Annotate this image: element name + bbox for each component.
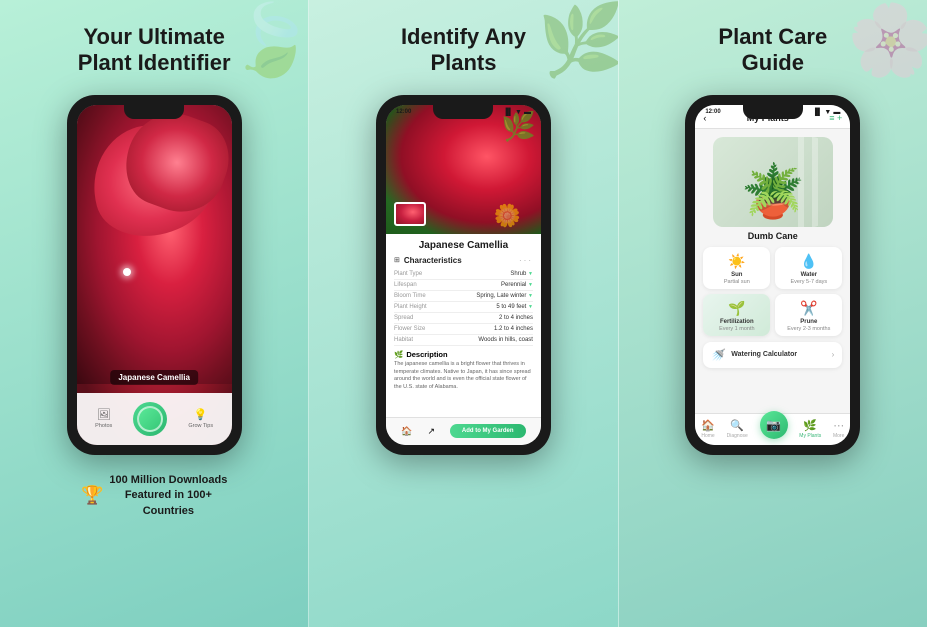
badge-laurel: 🏆 100 Million Downloads Featured in 100+… xyxy=(81,473,227,519)
care-prune: ✂️ Prune Every 2-3 months xyxy=(775,294,842,336)
phone-3: 12:00 ▐▌ ▼ ▬ ‹ My Plants ≡ + 🪴 xyxy=(685,95,860,455)
phone3-screen: 12:00 ▐▌ ▼ ▬ ‹ My Plants ≡ + 🪴 xyxy=(695,105,850,445)
watering-calc-label: Watering Calculator xyxy=(731,351,826,358)
table-row: Bloom Time Spring, Late winter ▼ xyxy=(394,291,533,302)
leaf-decoration-1: 🍃 xyxy=(228,0,308,80)
more-icon: ⋯ xyxy=(833,419,844,432)
badge-footer: 🏆 100 Million Downloads Featured in 100+… xyxy=(81,469,227,519)
status-icons-3: ▐▌ ▼ ▬ xyxy=(812,109,840,116)
phone-1: Japanese Camellia 🖼 Photos 💡 Grow Tips xyxy=(67,95,242,455)
phone2-desc-header: 🌿 Description xyxy=(394,350,533,359)
water-icon: 💧 xyxy=(800,253,817,270)
wifi-icon: ▼ xyxy=(515,109,522,116)
phone3-content: 12:00 ▐▌ ▼ ▬ ‹ My Plants ≡ + 🪴 xyxy=(695,105,850,445)
phone1-screen: Japanese Camellia 🖼 Photos 💡 Grow Tips xyxy=(77,105,232,445)
diagnose-icon: 🔍 xyxy=(730,419,744,432)
panel-2: 🌿 Identify Any Plants 12:00 ▐▌ ▼ ▬ 🌿 � xyxy=(308,0,618,627)
care-grid: ☀️ Sun Partial sun 💧 Water Every 5-7 day… xyxy=(703,247,842,336)
phone2-screen: 12:00 ▐▌ ▼ ▬ 🌿 🌼 Japanese Camellia xyxy=(386,105,541,445)
add-to-garden-btn[interactable]: Add to My Garden xyxy=(450,424,526,438)
leaf-decoration-2: 🌿 xyxy=(538,0,618,80)
flower-bg: 🌼 xyxy=(494,203,521,229)
share-icon[interactable]: 🏠 xyxy=(401,426,412,437)
my-plants-icon: 🌿 xyxy=(803,419,817,432)
table-row: Spread 2 to 4 inches xyxy=(394,313,533,324)
battery-icon-3: ▬ xyxy=(833,109,840,116)
tab-home[interactable]: 🏠 Home xyxy=(701,419,715,439)
care-water: 💧 Water Every 5-7 days xyxy=(775,247,842,289)
panel-3: 🌸 Plant Care Guide 12:00 ▐▌ ▼ ▬ ‹ My Pla… xyxy=(619,0,927,627)
panel-1: 🍃 Your Ultimate Plant Identifier Japanes… xyxy=(0,0,308,627)
identify-btn-inner xyxy=(137,406,163,432)
phone2-content: 12:00 ▐▌ ▼ ▬ 🌿 🌼 Japanese Camellia xyxy=(386,105,541,445)
chars-title: Characteristics xyxy=(404,256,462,265)
phone1-flower xyxy=(77,105,232,384)
table-row: Habitat Woods in hills, coast xyxy=(394,335,533,346)
prune-icon: ✂️ xyxy=(800,300,817,317)
chevron-right-icon: › xyxy=(832,350,835,359)
battery-icon: ▬ xyxy=(524,109,531,116)
care-fertilization: 🌱 Fertilization Every 1 month xyxy=(703,294,770,336)
plant-emoji: 🪴 xyxy=(740,161,805,222)
phone-2: 12:00 ▐▌ ▼ ▬ 🌿 🌼 Japanese Camellia xyxy=(376,95,551,455)
bookmark-icon[interactable]: ↗ xyxy=(427,426,435,437)
phone1-bottom-bar: 🖼 Photos 💡 Grow Tips xyxy=(77,393,232,445)
tab-diagnose[interactable]: 🔍 Diagnose xyxy=(727,419,748,439)
phone1-plant-label: Japanese Camellia xyxy=(110,370,198,385)
identify-button[interactable] xyxy=(133,402,167,436)
laurel-left: 🏆 xyxy=(81,485,103,506)
panel3-title: Plant Care Guide xyxy=(718,24,827,77)
phone3-tab-bar: 🏠 Home 🔍 Diagnose 📷 🌿 My Plants xyxy=(695,413,850,445)
badge-text-3: Countries xyxy=(109,504,227,519)
badge-text-2: Featured in 100+ xyxy=(109,488,227,503)
leaf-decoration-3: 🌸 xyxy=(847,0,927,80)
desc-icon: 🌿 xyxy=(394,350,403,359)
sun-icon: ☀️ xyxy=(728,253,745,270)
phone2-image: 🌿 🌼 xyxy=(386,105,541,234)
table-row: Flower Size 1.2 to 4 inches xyxy=(394,324,533,335)
phone2-thumbnail xyxy=(394,202,426,226)
status-icons-2: ▐▌ ▼ ▬ xyxy=(503,109,531,116)
camera-icon: 📷 xyxy=(766,418,781,432)
care-sun: ☀️ Sun Partial sun xyxy=(703,247,770,289)
watering-calc-icon: 🚿 xyxy=(711,348,726,362)
signal-icon-3: ▐▌ xyxy=(812,109,822,116)
table-row: Lifespan Perennial ▼ xyxy=(394,280,533,291)
phone2-rows: Plant Type Shrub ▼ Lifespan Perennial ▼ … xyxy=(394,269,533,346)
phone2-plant-name: Japanese Camellia xyxy=(394,240,533,251)
phone1-photos-btn[interactable]: 🖼 Photos xyxy=(95,408,112,429)
phone1-bg: Japanese Camellia 🖼 Photos 💡 Grow Tips xyxy=(77,105,232,445)
tab-my-plants[interactable]: 🌿 My Plants xyxy=(799,419,821,439)
chars-menu[interactable]: ··· xyxy=(519,256,533,265)
phone3-plant-img: 🪴 xyxy=(713,137,833,227)
chars-icon: ⊞ xyxy=(394,256,400,264)
table-row: Plant Height 5 to 49 feet ▼ xyxy=(394,302,533,313)
panel1-title: Your Ultimate Plant Identifier xyxy=(78,24,231,77)
tab-more[interactable]: ⋯ More xyxy=(833,419,844,439)
panel2-title: Identify Any Plants xyxy=(401,24,526,77)
home-icon: 🏠 xyxy=(701,419,715,432)
watering-calculator[interactable]: 🚿 Watering Calculator › xyxy=(703,342,842,368)
phone2-notch xyxy=(433,105,493,119)
phone3-plant-name: Dumb Cane xyxy=(695,231,850,241)
phone1-notch xyxy=(124,105,184,119)
phone3-notch xyxy=(743,105,803,119)
table-row: Plant Type Shrub ▼ xyxy=(394,269,533,280)
phone2-chars-header: ⊞ Characteristics ··· xyxy=(394,256,533,265)
phone2-info: Japanese Camellia ⊞ Characteristics ··· … xyxy=(386,234,541,417)
signal-icon: ▐▌ xyxy=(503,109,513,116)
phone2-desc-text: The japanese camellia is a bright flower… xyxy=(394,361,533,392)
window-light xyxy=(798,137,823,227)
phone2-bottom-bar: 🏠 ↗ Add to My Garden xyxy=(386,417,541,445)
fertilize-icon: 🌱 xyxy=(728,300,745,317)
phone1-tips-btn[interactable]: 💡 Grow Tips xyxy=(188,408,213,429)
wifi-icon-3: ▼ xyxy=(824,109,831,116)
camera-tab[interactable]: 📷 xyxy=(760,411,788,439)
badge-text-1: 100 Million Downloads xyxy=(109,473,227,488)
